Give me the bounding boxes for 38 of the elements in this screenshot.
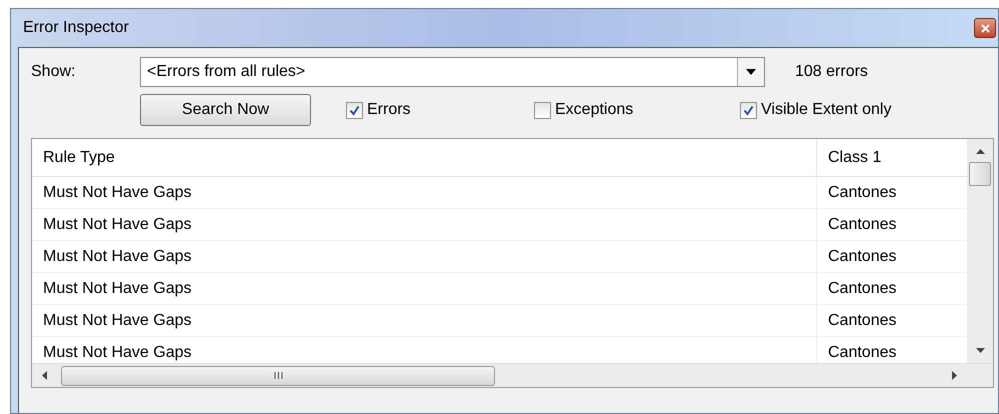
table-cell: Must Not Have Gaps <box>32 305 817 336</box>
table-cell-text: Cantones <box>827 342 898 362</box>
scroll-thumb[interactable] <box>969 162 991 186</box>
scroll-left-icon <box>42 371 47 380</box>
table-cell-text: Cantones <box>827 246 898 266</box>
checkbox[interactable] <box>346 102 363 118</box>
show-label: Show: <box>31 62 76 82</box>
table-cell: Must Not Have Gaps <box>32 177 817 208</box>
horizontal-scrollbar[interactable] <box>32 363 993 387</box>
scroll-up-icon <box>976 149 984 154</box>
search-now-button[interactable]: Search Now <box>140 94 311 126</box>
checkbox[interactable] <box>534 102 551 118</box>
rules-dropdown[interactable]: <Errors from all rules> <box>140 57 765 87</box>
checkbox-label: Errors <box>367 100 411 120</box>
table-cell: Must Not Have Gaps <box>32 209 817 240</box>
table-cell-text: Cantones <box>827 310 898 330</box>
close-icon <box>980 24 990 32</box>
error-count: 108 errors <box>795 62 868 82</box>
column-header[interactable]: Class 1 <box>817 139 967 176</box>
dropdown-arrow-icon <box>746 69 756 75</box>
table-cell-text: Cantones <box>827 278 898 298</box>
column-header[interactable]: Rule Type <box>32 139 817 176</box>
checkmark-icon <box>743 104 754 116</box>
window-title: Error Inspector <box>23 18 129 38</box>
close-button[interactable] <box>974 18 996 38</box>
table-cell-text: Cantones <box>827 214 898 234</box>
checkbox[interactable] <box>740 102 757 118</box>
vertical-scrollbar[interactable] <box>967 139 993 363</box>
table-cell-text: Cantones <box>827 182 898 202</box>
scroll-down-icon <box>976 348 984 353</box>
checkbox-label: Visible Extent only <box>761 100 892 120</box>
table-cell: Must Not Have Gaps <box>32 241 817 272</box>
checkbox-label: Exceptions <box>555 100 634 120</box>
scroll-right-icon <box>952 371 957 380</box>
table-cell: Must Not Have Gaps <box>32 273 817 304</box>
grip-icon <box>274 372 282 379</box>
checkmark-icon <box>349 104 360 116</box>
scroll-thumb[interactable] <box>61 366 495 386</box>
